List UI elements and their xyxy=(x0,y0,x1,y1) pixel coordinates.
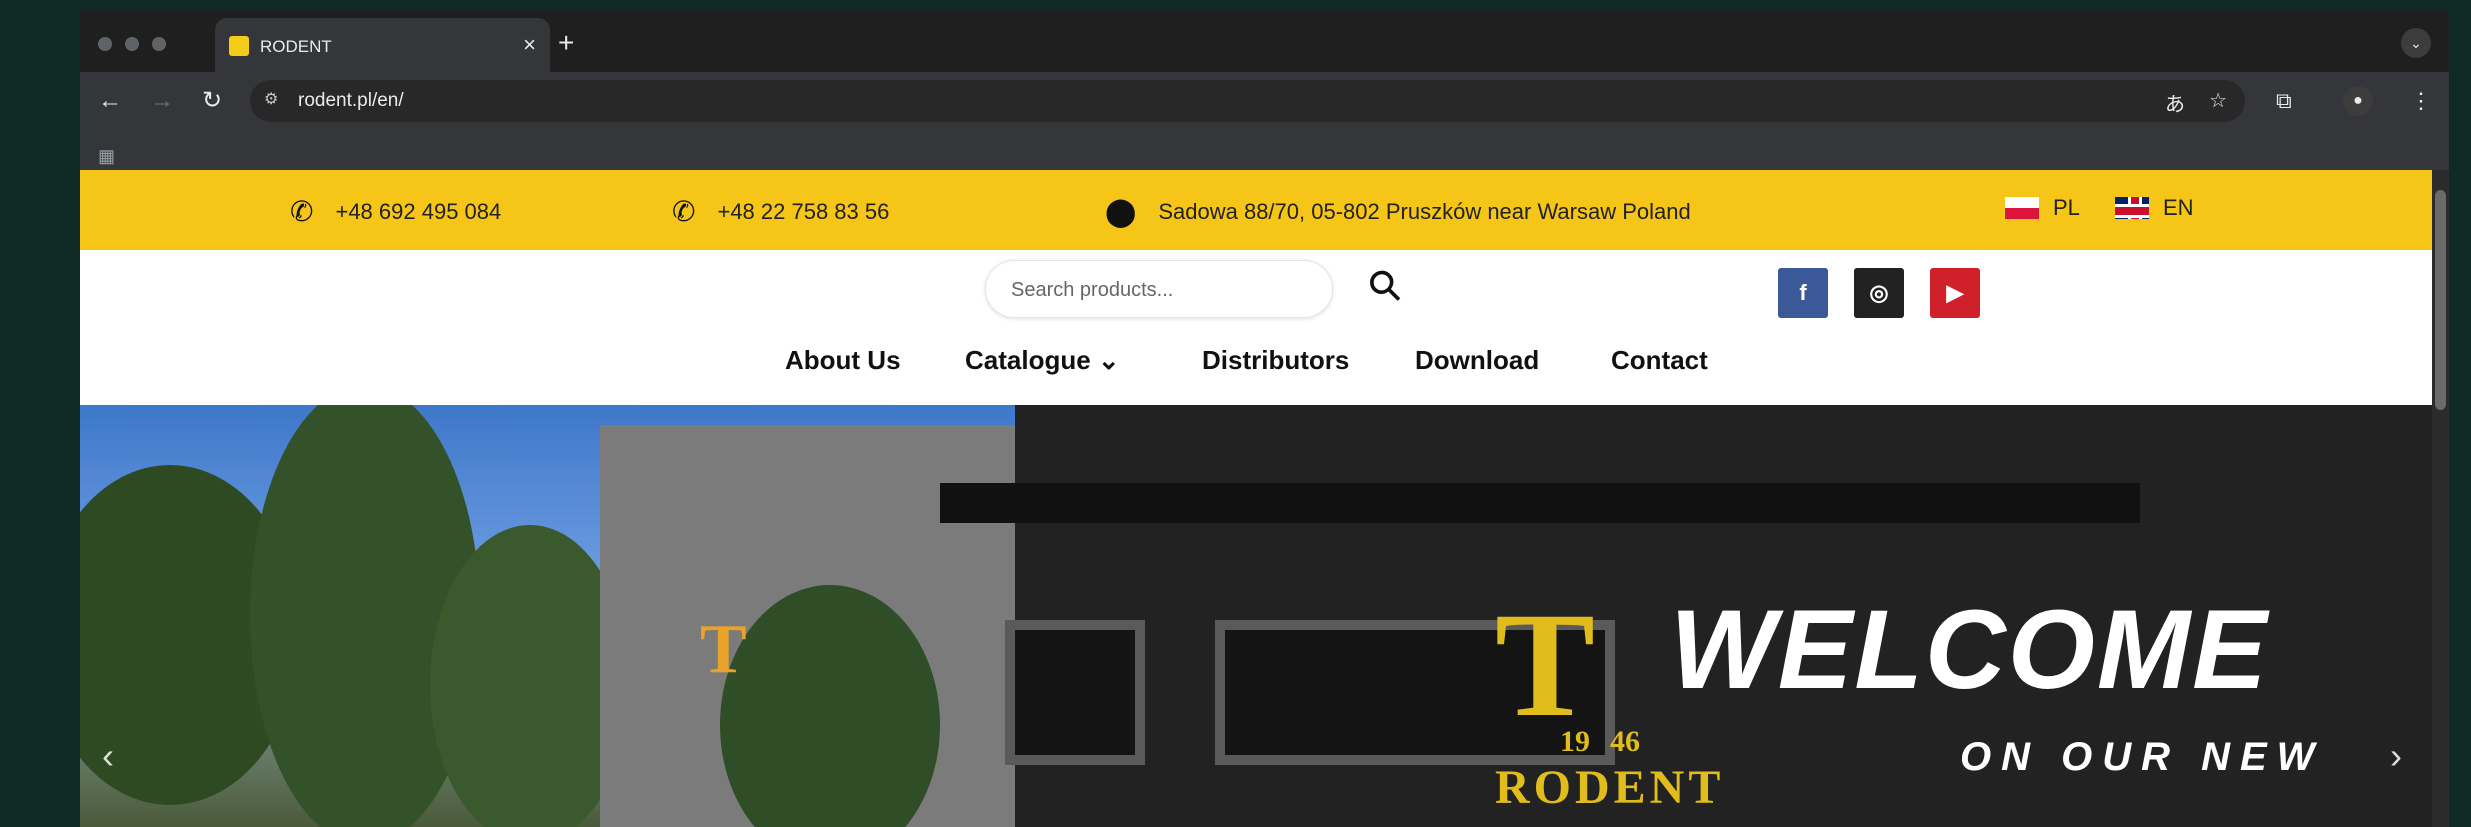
reload-icon[interactable]: ↻ xyxy=(202,86,222,116)
phone-icon: ✆ xyxy=(290,196,314,227)
search-input[interactable]: Search products... xyxy=(985,260,1333,318)
slider-prev-icon[interactable]: ‹ xyxy=(102,735,114,777)
building-window xyxy=(1005,620,1145,765)
uk-flag-icon xyxy=(2115,197,2149,219)
rodent-logo-text: RODENT xyxy=(1495,761,1725,814)
window-minimize-dot[interactable] xyxy=(125,37,139,51)
hero-photo-daylight: T xyxy=(80,405,1015,827)
address-bar[interactable]: ⚙ rodent.pl/en/ あ ☆ xyxy=(250,80,2245,122)
hero-subtitle: ON OUR NEW xyxy=(1960,735,2325,779)
translate-icon[interactable]: あ xyxy=(2165,88,2185,117)
poland-flag-icon xyxy=(2005,197,2039,219)
nav-download[interactable]: Download xyxy=(1415,345,1539,376)
phone-2-text: +48 22 758 83 56 xyxy=(717,198,890,224)
forward-icon[interactable]: → xyxy=(150,86,174,116)
phone-1-text: +48 692 495 084 xyxy=(335,198,502,224)
rodent-logo-mark: T xyxy=(1495,582,1596,748)
browser-tab[interactable]: RODENT × xyxy=(215,18,550,72)
phone-1[interactable]: ✆ +48 692 495 084 xyxy=(290,195,501,228)
tab-strip: RODENT × + ⌄ xyxy=(80,10,2449,72)
profile-avatar-icon[interactable]: ● xyxy=(2343,86,2373,116)
slider-next-icon[interactable]: › xyxy=(2390,735,2402,777)
back-icon[interactable]: ← xyxy=(98,86,122,116)
hero-slider: T T 19 46 RODENT WELCOME ON OUR NEW ‹ › xyxy=(80,405,2432,827)
site-header: Search products... ⚲ f ◎ ▶ About Us Cata… xyxy=(80,250,2432,405)
search-icon[interactable]: ⚲ xyxy=(1358,258,1413,313)
nav-contact[interactable]: Contact xyxy=(1611,345,1708,376)
apps-grid-icon[interactable]: ▦ xyxy=(98,146,115,167)
tab-favicon-icon xyxy=(229,36,249,56)
language-en[interactable]: EN xyxy=(2115,195,2194,221)
address: ⬤ Sadowa 88/70, 05-802 Pruszków near War… xyxy=(1105,195,1691,228)
chevron-down-icon: ⌄ xyxy=(1097,345,1120,375)
location-pin-icon: ⬤ xyxy=(1105,196,1137,227)
phone-2[interactable]: ✆ +48 22 758 83 56 xyxy=(672,195,889,228)
phone-icon: ✆ xyxy=(672,196,696,227)
rodent-logo-year-right: 46 xyxy=(1610,725,1640,758)
nav-distributors[interactable]: Distributors xyxy=(1202,345,1349,376)
building-roof xyxy=(940,483,2140,523)
nav-catalogue-label: Catalogue xyxy=(965,345,1091,375)
window-close-dot[interactable] xyxy=(98,37,112,51)
facebook-icon[interactable]: f xyxy=(1778,268,1828,318)
address-text: Sadowa 88/70, 05-802 Pruszków near Warsa… xyxy=(1158,198,1691,224)
browser-window: RODENT × + ⌄ ← → ↻ ⚙ rodent.pl/en/ あ ☆ ⧉… xyxy=(80,10,2449,827)
nav-about-us[interactable]: About Us xyxy=(785,345,901,376)
browser-menu-icon[interactable]: ⋮ xyxy=(2410,86,2432,116)
hero-title: WELCOME xyxy=(1670,587,2269,712)
site-settings-icon[interactable]: ⚙ xyxy=(264,89,278,109)
new-tab-button[interactable]: + xyxy=(558,28,574,58)
tab-close-icon[interactable]: × xyxy=(523,32,536,58)
building-logo-sign: T xyxy=(700,611,747,688)
tab-title: RODENT xyxy=(260,37,332,56)
window-maximize-dot[interactable] xyxy=(152,37,166,51)
language-pl-label: PL xyxy=(2053,195,2080,220)
youtube-icon[interactable]: ▶ xyxy=(1930,268,1980,318)
tab-search-button[interactable]: ⌄ xyxy=(2401,28,2431,58)
scrollbar-thumb[interactable] xyxy=(2435,190,2446,410)
contact-bar: ✆ +48 692 495 084 ✆ +48 22 758 83 56 ⬤ S… xyxy=(80,170,2432,250)
instagram-icon[interactable]: ◎ xyxy=(1854,268,1904,318)
rodent-logo-year-left: 19 xyxy=(1560,725,1590,758)
language-pl[interactable]: PL xyxy=(2005,195,2080,221)
url-text[interactable]: rodent.pl/en/ xyxy=(298,90,404,112)
language-en-label: EN xyxy=(2163,195,2194,220)
nav-catalogue[interactable]: Catalogue ⌄ xyxy=(965,345,1120,376)
browser-toolbar: ← → ↻ ⚙ rodent.pl/en/ あ ☆ ⧉ ● ⋮ xyxy=(80,72,2449,130)
bookmark-star-icon[interactable]: ☆ xyxy=(2209,88,2227,113)
extensions-icon[interactable]: ⧉ xyxy=(2276,86,2292,116)
web-page: ✆ +48 692 495 084 ✆ +48 22 758 83 56 ⬤ S… xyxy=(80,170,2432,827)
page-scrollbar[interactable] xyxy=(2432,170,2449,827)
